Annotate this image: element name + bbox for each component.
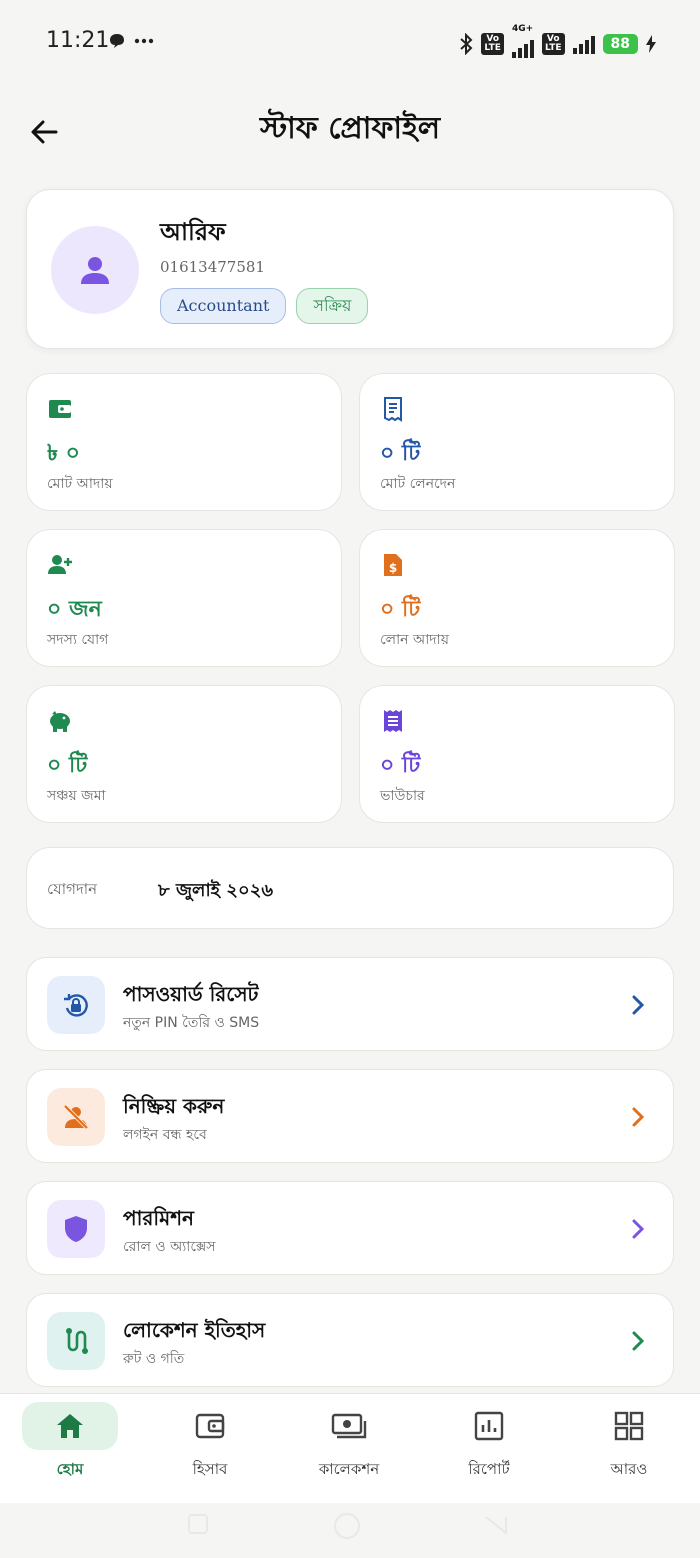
network-type: 4G+ [511, 24, 534, 34]
chart-icon [441, 1402, 537, 1450]
status-badge: সক্রিয় [296, 288, 369, 324]
home-icon [22, 1402, 118, 1450]
action-subtitle: নতুন PIN তৈরি ও SMS [123, 1015, 260, 1031]
chevron-right-icon [632, 1219, 645, 1239]
profile-card: আরিফ 01613477581 Accountant সক্রিয় [26, 189, 674, 349]
staff-phone: 01613477581 [160, 258, 265, 276]
joined-label: যোগদান [47, 880, 98, 898]
svg-text:$: $ [389, 561, 397, 575]
wallet-icon [49, 400, 71, 418]
status-bar: 11:21 Vo LTE 4G+ Vo LTE 88 [0, 0, 700, 84]
lock-reset-icon [47, 976, 105, 1034]
profile-badges: Accountant সক্রিয় [160, 288, 369, 324]
chevron-right-icon [632, 1331, 645, 1351]
stat-label: মোট লেনদেন [380, 476, 456, 492]
stat-card-savings-deposit: ০ টি সঞ্চয় জমা [26, 685, 342, 823]
stat-label: সঞ্চয় জমা [47, 788, 106, 804]
action-title: পাসওয়ার্ড রিসেট [123, 982, 259, 1006]
charging-bolt-icon [646, 35, 656, 53]
app-header: স্টাফ প্রোফাইল [0, 96, 700, 152]
route-icon [47, 1312, 105, 1370]
loan-document-icon: $ [384, 554, 402, 576]
deactivate-button[interactable]: নিষ্ক্রিয় করুন লগইন বন্ধ হবে [26, 1069, 674, 1163]
stat-label: মোট আদায় [47, 476, 113, 492]
more-dots-icon [134, 38, 154, 44]
system-indicators: Vo LTE 4G+ Vo LTE 88 [459, 24, 656, 58]
stat-value: ০ টি [47, 753, 88, 778]
stat-card-loan-collection: $ ০ টি লোন আদায় [359, 529, 675, 667]
avatar [51, 226, 139, 314]
recent-apps-button[interactable] [187, 1513, 209, 1535]
joined-date: ৮ জুলাই ২০২৬ [158, 880, 274, 901]
stat-value: ০ টি [380, 753, 421, 778]
staff-name: আরিফ [160, 218, 226, 246]
bluetooth-icon [460, 33, 473, 55]
voucher-icon [384, 710, 402, 732]
chevron-right-icon [632, 1107, 645, 1127]
action-subtitle: রোল ও অ্যাক্সেস [123, 1239, 216, 1255]
battery-level: 88 [602, 34, 638, 54]
stat-value: ০ টি [380, 441, 421, 466]
action-title: লোকেশন ইতিহাস [123, 1318, 266, 1342]
person-icon [81, 257, 109, 284]
clock: 11:21 [46, 28, 110, 53]
stat-card-total-transactions: ০ টি মোট লেনদেন [359, 373, 675, 511]
stat-card-total-collection: ৳ ০ মোট আদায় [26, 373, 342, 511]
back-nav-button[interactable] [484, 1513, 508, 1537]
signal-icon [572, 34, 595, 54]
system-navigation-bar [0, 1503, 700, 1558]
stat-card-vouchers: ০ টি ভাউচার [359, 685, 675, 823]
permission-button[interactable]: পারমিশন রোল ও অ্যাক্সেস [26, 1181, 674, 1275]
location-history-button[interactable]: লোকেশন ইতিহাস রুট ও গতি [26, 1293, 674, 1387]
stat-value: ০ টি [380, 597, 421, 622]
nav-more[interactable]: আরও [580, 1402, 678, 1494]
nav-label: হিসাব [192, 1460, 228, 1478]
action-title: নিষ্ক্রিয় করুন [123, 1094, 225, 1118]
stat-value: ৳ ০ [47, 441, 80, 466]
wallet-icon [162, 1402, 258, 1450]
bottom-navigation: হোম হিসাব কালেকশন রিপোর্ট আরও [0, 1393, 700, 1503]
receipt-icon [384, 397, 402, 422]
nav-collection[interactable]: কালেকশন [300, 1402, 398, 1494]
nav-label: হোম [56, 1460, 84, 1478]
nav-label: আরও [610, 1460, 648, 1478]
shield-icon [47, 1200, 105, 1258]
grid-icon [581, 1402, 677, 1450]
person-off-icon [47, 1088, 105, 1146]
signal-4g-icon: 4G+ [511, 24, 534, 58]
home-button[interactable] [332, 1511, 362, 1541]
nav-label: রিপোর্ট [468, 1460, 510, 1478]
stat-label: লোন আদায় [380, 632, 449, 648]
chevron-right-icon [632, 995, 645, 1015]
action-subtitle: লগইন বন্ধ হবে [123, 1127, 207, 1143]
notification-icons [108, 32, 154, 50]
payments-icon [301, 1402, 397, 1450]
stat-label: ভাউচার [380, 788, 425, 804]
piggy-bank-icon [50, 711, 70, 732]
nav-accounts[interactable]: হিসাব [161, 1402, 259, 1494]
action-title: পারমিশন [123, 1206, 194, 1230]
volte-icon-2: Vo LTE [541, 33, 565, 55]
nav-home[interactable]: হোম [21, 1402, 119, 1494]
stat-value: ০ জন [47, 597, 102, 622]
nav-report[interactable]: রিপোর্ট [440, 1402, 538, 1494]
joined-date-card: যোগদান ৮ জুলাই ২০২৬ [26, 847, 674, 929]
role-badge: Accountant [160, 288, 287, 324]
stat-card-members-added: ০ জন সদস্য যোগ [26, 529, 342, 667]
stat-label: সদস্য যোগ [47, 632, 109, 648]
action-subtitle: রুট ও গতি [123, 1351, 185, 1367]
add-person-icon [48, 555, 72, 574]
volte-icon: Vo LTE [481, 33, 504, 55]
password-reset-button[interactable]: পাসওয়ার্ড রিসেট নতুন PIN তৈরি ও SMS [26, 957, 674, 1051]
chat-bubble-icon [110, 34, 124, 48]
page-title: স্টাফ প্রোফাইল [259, 111, 441, 146]
nav-label: কালেকশন [318, 1460, 380, 1478]
